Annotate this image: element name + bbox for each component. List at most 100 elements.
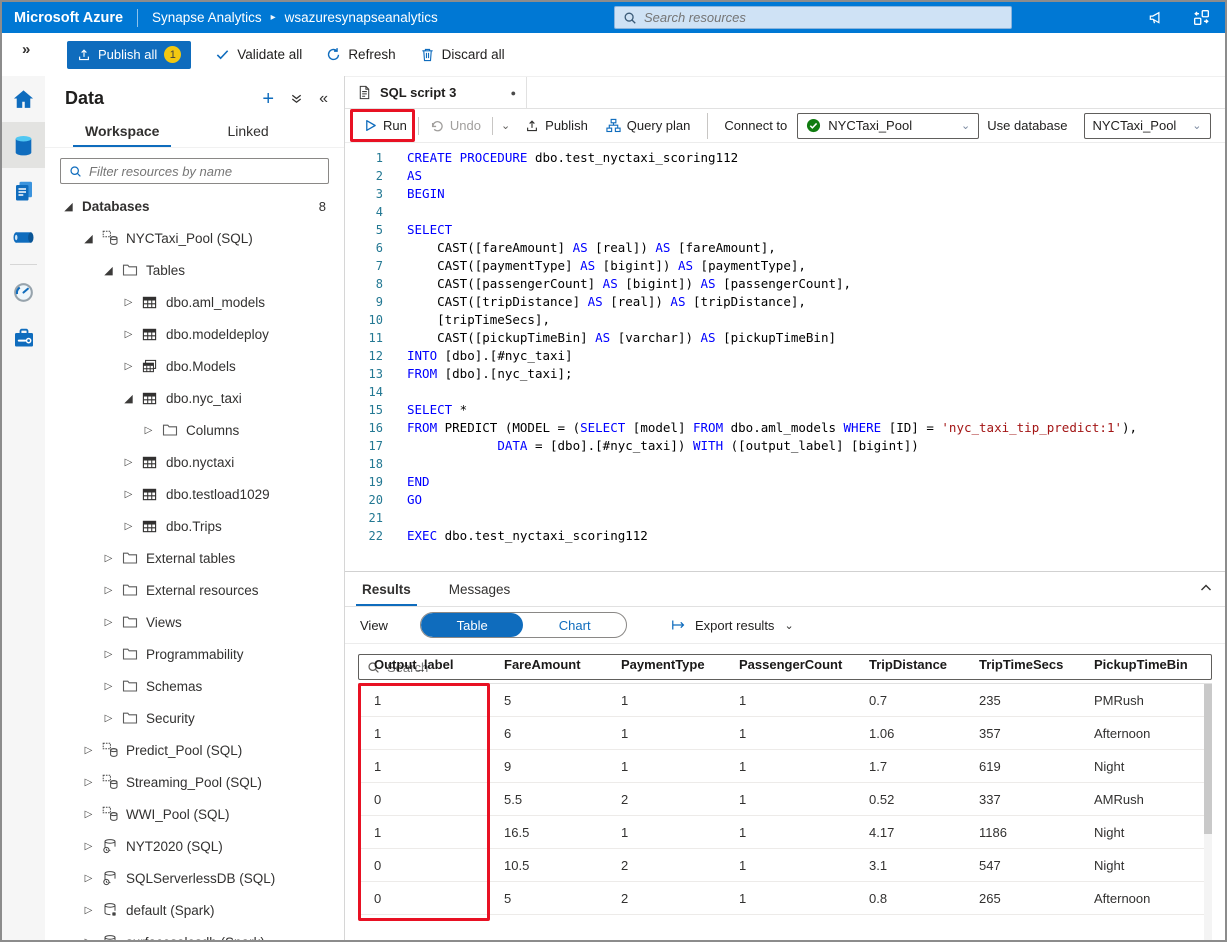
filter-resources-input[interactable] [89,163,320,179]
publish-button[interactable]: Publish [516,109,597,142]
chevron-collapsed-icon[interactable]: ▷ [103,585,114,596]
tree-item[interactable]: ▷ Security [45,702,344,734]
chevron-expanded-icon[interactable]: ◢ [103,264,114,277]
collapse-all-icon[interactable] [290,92,303,105]
column-header[interactable]: TripDistance [853,646,963,684]
run-options-chevron-icon[interactable]: ⌄ [495,119,516,132]
megaphone-icon[interactable] [1147,8,1166,27]
column-header[interactable]: Output_label [358,646,488,684]
export-results-button[interactable]: Export results ⌄ [671,618,794,633]
tree-item[interactable]: ◢ Databases 8 [45,190,344,222]
tree-item[interactable]: ▷ Columns [45,414,344,446]
tree-item[interactable]: ▷ dbo.testload1029 [45,478,344,510]
chevron-collapsed-icon[interactable]: ▷ [123,521,134,532]
chevron-collapsed-icon[interactable]: ▷ [103,617,114,628]
tree-item[interactable]: ▷ default (Spark) [45,894,344,926]
tab-workspace[interactable]: Workspace [72,117,172,147]
tree-item[interactable]: ▷ Schemas [45,670,344,702]
filter-resources-box[interactable] [60,158,329,184]
tree-item[interactable]: ▷ dbo.Trips [45,510,344,542]
table-row[interactable]: 0 5.5 2 1 0.52 337 AMRush [358,782,1212,816]
tree-item[interactable]: ▷ dbo.nyctaxi [45,446,344,478]
chevron-expanded-icon[interactable]: ◢ [83,232,94,245]
tree-item[interactable]: ▷ Programmability [45,638,344,670]
chevron-expanded-icon[interactable]: ◢ [63,200,74,213]
develop-icon[interactable] [2,168,45,214]
chevron-collapsed-icon[interactable]: ▷ [123,329,134,340]
tree-item[interactable]: ▷ WWI_Pool (SQL) [45,798,344,830]
tree-item[interactable]: ▷ Streaming_Pool (SQL) [45,766,344,798]
tree-item[interactable]: ▷ surfacesalesdb (Spark) [45,926,344,940]
home-icon[interactable] [2,76,45,122]
collapse-panel-icon[interactable]: « [319,90,328,108]
use-database-dropdown[interactable]: NYCTaxi_Pool ⌄ [1083,112,1211,139]
tree-item[interactable]: ◢ dbo.nyc_taxi [45,382,344,414]
table-row[interactable]: 1 16.5 1 1 4.17 1186 Night [358,815,1212,849]
tree-item[interactable]: ▷ Views [45,606,344,638]
table-row[interactable]: 0 10.5 2 1 3.1 547 Night [358,848,1212,882]
monitor-icon[interactable] [2,269,45,315]
tab-sql-script-3[interactable]: SQL script 3 ● [345,77,527,108]
tab-results[interactable]: Results [356,582,417,606]
chevron-collapsed-icon[interactable]: ▷ [83,905,94,916]
tree-item[interactable]: ◢ NYCTaxi_Pool (SQL) [45,222,344,254]
collapse-results-icon[interactable] [1199,581,1213,595]
undo-button[interactable]: Undo [421,109,490,142]
column-header[interactable]: PassengerCount [723,646,853,684]
discard-all-button[interactable]: Discard all [420,47,505,62]
table-row[interactable]: 0 5 2 1 0.8 265 Afternoon [358,881,1212,915]
tree-item[interactable]: ▷ External resources [45,574,344,606]
chevron-collapsed-icon[interactable]: ▷ [123,361,134,372]
scrollbar-thumb[interactable] [1204,684,1212,834]
chevron-collapsed-icon[interactable]: ▷ [123,489,134,500]
column-header[interactable]: PaymentType [605,646,723,684]
chevron-collapsed-icon[interactable]: ▷ [83,777,94,788]
apps-swap-icon[interactable] [1192,8,1211,27]
tab-linked[interactable]: Linked [225,117,270,147]
chevron-collapsed-icon[interactable]: ▷ [103,713,114,724]
breadcrumb-workspace[interactable]: wsazuresynapseanalytics [285,10,438,25]
integrate-icon[interactable] [2,214,45,260]
search-resources-input[interactable] [644,10,1003,25]
view-table-toggle[interactable]: Table [420,613,524,637]
tab-messages[interactable]: Messages [447,582,513,606]
tree-item[interactable]: ▷ dbo.aml_models [45,286,344,318]
chevron-collapsed-icon[interactable]: ▷ [103,681,114,692]
add-resource-icon[interactable]: + [262,89,274,109]
chevron-expanded-icon[interactable]: ◢ [123,392,134,405]
chevron-collapsed-icon[interactable]: ▷ [83,809,94,820]
connect-to-dropdown[interactable]: NYCTaxi_Pool ⌄ [797,112,980,139]
tree-item[interactable]: ▷ NYT2020 (SQL) [45,830,344,862]
tree-item[interactable]: ▷ dbo.Models [45,350,344,382]
chevron-collapsed-icon[interactable]: ▷ [83,937,94,941]
tree-item[interactable]: ▷ dbo.modeldeploy [45,318,344,350]
results-scrollbar[interactable] [1204,684,1212,940]
manage-icon[interactable] [2,315,45,361]
column-header[interactable]: PickupTimeBin [1078,646,1212,684]
tree-item[interactable]: ▷ Predict_Pool (SQL) [45,734,344,766]
column-header[interactable]: FareAmount [488,646,605,684]
database-icon[interactable] [2,122,45,168]
chevron-collapsed-icon[interactable]: ▷ [123,457,134,468]
sql-code-editor[interactable]: 1 CREATE PROCEDURE dbo.test_nyctaxi_scori… [345,143,1225,572]
chevron-collapsed-icon[interactable]: ▷ [103,649,114,660]
resource-search-box[interactable] [614,6,1012,29]
azure-brand[interactable]: Microsoft Azure [2,10,137,26]
chevron-collapsed-icon[interactable]: ▷ [83,745,94,756]
tree-item[interactable]: ▷ SQLServerlessDB (SQL) [45,862,344,894]
chevron-collapsed-icon[interactable]: ▷ [123,297,134,308]
table-row[interactable]: 1 5 1 1 0.7 235 PMRush [358,683,1212,717]
query-plan-button[interactable]: Query plan [597,109,700,142]
view-chart-toggle[interactable]: Chart [523,613,626,637]
chevron-collapsed-icon[interactable]: ▷ [83,873,94,884]
tree-item[interactable]: ◢ Tables [45,254,344,286]
column-header[interactable]: TripTimeSecs [963,646,1078,684]
table-row[interactable]: 1 6 1 1 1.06 357 Afternoon [358,716,1212,750]
tree-item[interactable]: ▷ External tables [45,542,344,574]
chevron-collapsed-icon[interactable]: ▷ [143,425,154,436]
publish-all-button[interactable]: Publish all 1 [67,40,192,69]
chevron-collapsed-icon[interactable]: ▷ [83,841,94,852]
table-row[interactable]: 1 9 1 1 1.7 619 Night [358,749,1212,783]
run-button[interactable]: Run [355,109,416,142]
refresh-button[interactable]: Refresh [326,47,396,62]
